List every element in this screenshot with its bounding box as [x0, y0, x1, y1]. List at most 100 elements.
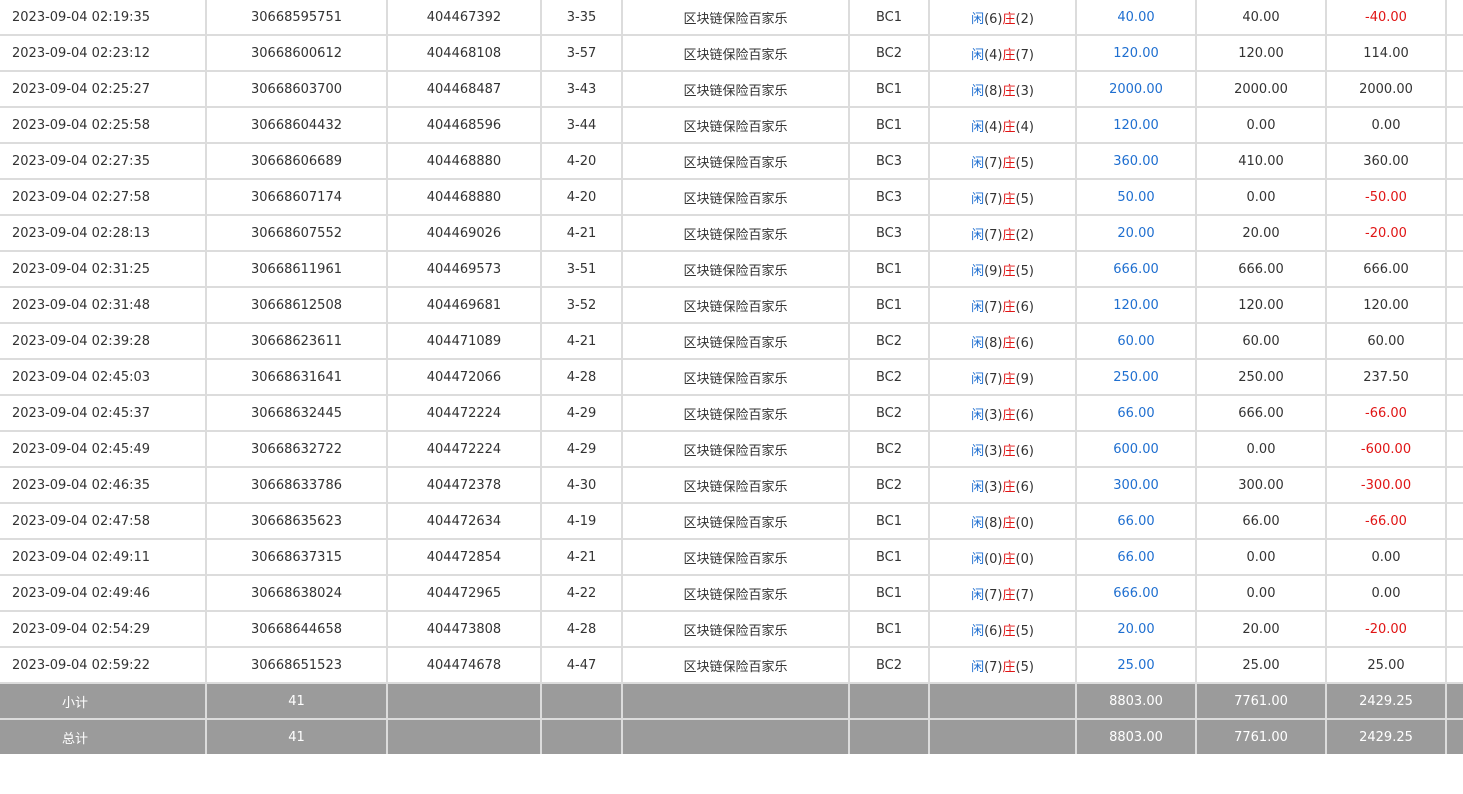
banker-label: 庄 [1002, 299, 1016, 315]
total-empty-cell [1445, 718, 1463, 754]
table-row: 2023-09-04 02:45:37 30668632445 404472224 4… [0, 394, 1463, 432]
banker-label: 庄 [1002, 551, 1016, 567]
records-body: 2023-09-04 02:19:35 30668595751 404467392 3… [0, 0, 1463, 684]
shoe-number: 3-35 [540, 0, 623, 36]
shoe-number: 4-20 [540, 178, 623, 216]
game-name: 区块链保险百家乐 [621, 358, 850, 396]
trailing-empty-cell [1445, 502, 1463, 540]
total-empty-cell [848, 718, 930, 754]
bet-time: 2023-09-04 02:46:35 [0, 466, 207, 504]
bet-amount: 40.00 [1075, 0, 1197, 36]
subtotal-row: 小计 41 8803.00 7761.00 2429.25 [0, 682, 1463, 720]
total-empty-cell [386, 718, 542, 754]
round-number: 404469026 [386, 214, 542, 252]
shoe-number: 3-51 [540, 250, 623, 288]
result-cell: 闲(3)庄(6) [928, 466, 1077, 504]
valid-amount: 250.00 [1195, 358, 1327, 396]
subtotal-empty-cell [386, 682, 542, 720]
game-name: 区块链保险百家乐 [621, 34, 850, 72]
result-cell: 闲(7)庄(5) [928, 178, 1077, 216]
banker-label: 庄 [1002, 47, 1016, 63]
bet-time: 2023-09-04 02:27:58 [0, 178, 207, 216]
player-points: (8) [984, 83, 1003, 99]
round-number: 404472634 [386, 502, 542, 540]
game-name: 区块链保险百家乐 [621, 106, 850, 144]
order-number: 30668632445 [205, 394, 388, 432]
round-number: 404467392 [386, 0, 542, 36]
game-name: 区块链保险百家乐 [621, 430, 850, 468]
total-empty-cell [540, 718, 623, 754]
banker-points: (7) [1015, 47, 1034, 63]
table-row: 2023-09-04 02:19:35 30668595751 404467392 3… [0, 0, 1463, 36]
subtotal-empty-cell [540, 682, 623, 720]
bet-amount: 120.00 [1075, 106, 1197, 144]
player-points: (7) [984, 191, 1003, 207]
banker-label: 庄 [1002, 371, 1016, 387]
trailing-empty-cell [1445, 106, 1463, 144]
banker-label: 庄 [1002, 335, 1016, 351]
banker-points: (7) [1015, 587, 1034, 603]
trailing-empty-cell [1445, 394, 1463, 432]
game-name: 区块链保险百家乐 [621, 0, 850, 36]
bet-time: 2023-09-04 02:47:58 [0, 502, 207, 540]
shoe-number: 4-20 [540, 142, 623, 180]
player-label: 闲 [971, 587, 985, 603]
table-code: BC1 [848, 538, 930, 576]
player-label: 闲 [971, 443, 985, 459]
banker-label: 庄 [1002, 623, 1016, 639]
bet-amount: 360.00 [1075, 142, 1197, 180]
bet-time: 2023-09-04 02:27:35 [0, 142, 207, 180]
player-label: 闲 [971, 11, 985, 27]
bet-amount: 600.00 [1075, 430, 1197, 468]
banker-points: (2) [1015, 227, 1034, 243]
order-number: 30668607552 [205, 214, 388, 252]
trailing-empty-cell [1445, 34, 1463, 72]
banker-points: (4) [1015, 119, 1034, 135]
banker-label: 庄 [1002, 11, 1016, 27]
player-points: (8) [984, 515, 1003, 531]
player-label: 闲 [971, 659, 985, 675]
round-number: 404469573 [386, 250, 542, 288]
bet-amount: 60.00 [1075, 322, 1197, 360]
order-number: 30668595751 [205, 0, 388, 36]
trailing-empty-cell [1445, 574, 1463, 612]
banker-label: 庄 [1002, 515, 1016, 531]
bet-time: 2023-09-04 02:45:49 [0, 430, 207, 468]
trailing-empty-cell [1445, 610, 1463, 648]
table-code: BC2 [848, 34, 930, 72]
banker-label: 庄 [1002, 443, 1016, 459]
total-empty-cell [928, 718, 1077, 754]
result-cell: 闲(0)庄(0) [928, 538, 1077, 576]
subtotal-empty-cell [1445, 682, 1463, 720]
game-name: 区块链保险百家乐 [621, 646, 850, 684]
player-label: 闲 [971, 371, 985, 387]
table-row: 2023-09-04 02:54:29 30668644658 404473808 4… [0, 610, 1463, 648]
banker-label: 庄 [1002, 119, 1016, 135]
table-row: 2023-09-04 02:59:22 30668651523 404474678 4… [0, 646, 1463, 684]
game-name: 区块链保险百家乐 [621, 214, 850, 252]
bet-amount: 666.00 [1075, 250, 1197, 288]
game-name: 区块链保险百家乐 [621, 178, 850, 216]
valid-amount: 20.00 [1195, 214, 1327, 252]
subtotal-win: 2429.25 [1325, 682, 1447, 720]
player-label: 闲 [971, 407, 985, 423]
table-code: BC2 [848, 646, 930, 684]
round-number: 404468880 [386, 178, 542, 216]
bet-amount: 66.00 [1075, 394, 1197, 432]
result-cell: 闲(8)庄(0) [928, 502, 1077, 540]
total-valid: 7761.00 [1195, 718, 1327, 754]
valid-amount: 20.00 [1195, 610, 1327, 648]
banker-label: 庄 [1002, 155, 1016, 171]
bet-amount: 66.00 [1075, 538, 1197, 576]
shoe-number: 4-21 [540, 214, 623, 252]
banker-points: (9) [1015, 371, 1034, 387]
table-code: BC1 [848, 610, 930, 648]
table-row: 2023-09-04 02:23:12 30668600612 404468108 3… [0, 34, 1463, 72]
player-label: 闲 [971, 83, 985, 99]
player-label: 闲 [971, 191, 985, 207]
table-row: 2023-09-04 02:39:28 30668623611 404471089 4… [0, 322, 1463, 360]
shoe-number: 4-22 [540, 574, 623, 612]
table-row: 2023-09-04 02:45:03 30668631641 404472066 4… [0, 358, 1463, 396]
round-number: 404472066 [386, 358, 542, 396]
player-points: (4) [984, 119, 1003, 135]
